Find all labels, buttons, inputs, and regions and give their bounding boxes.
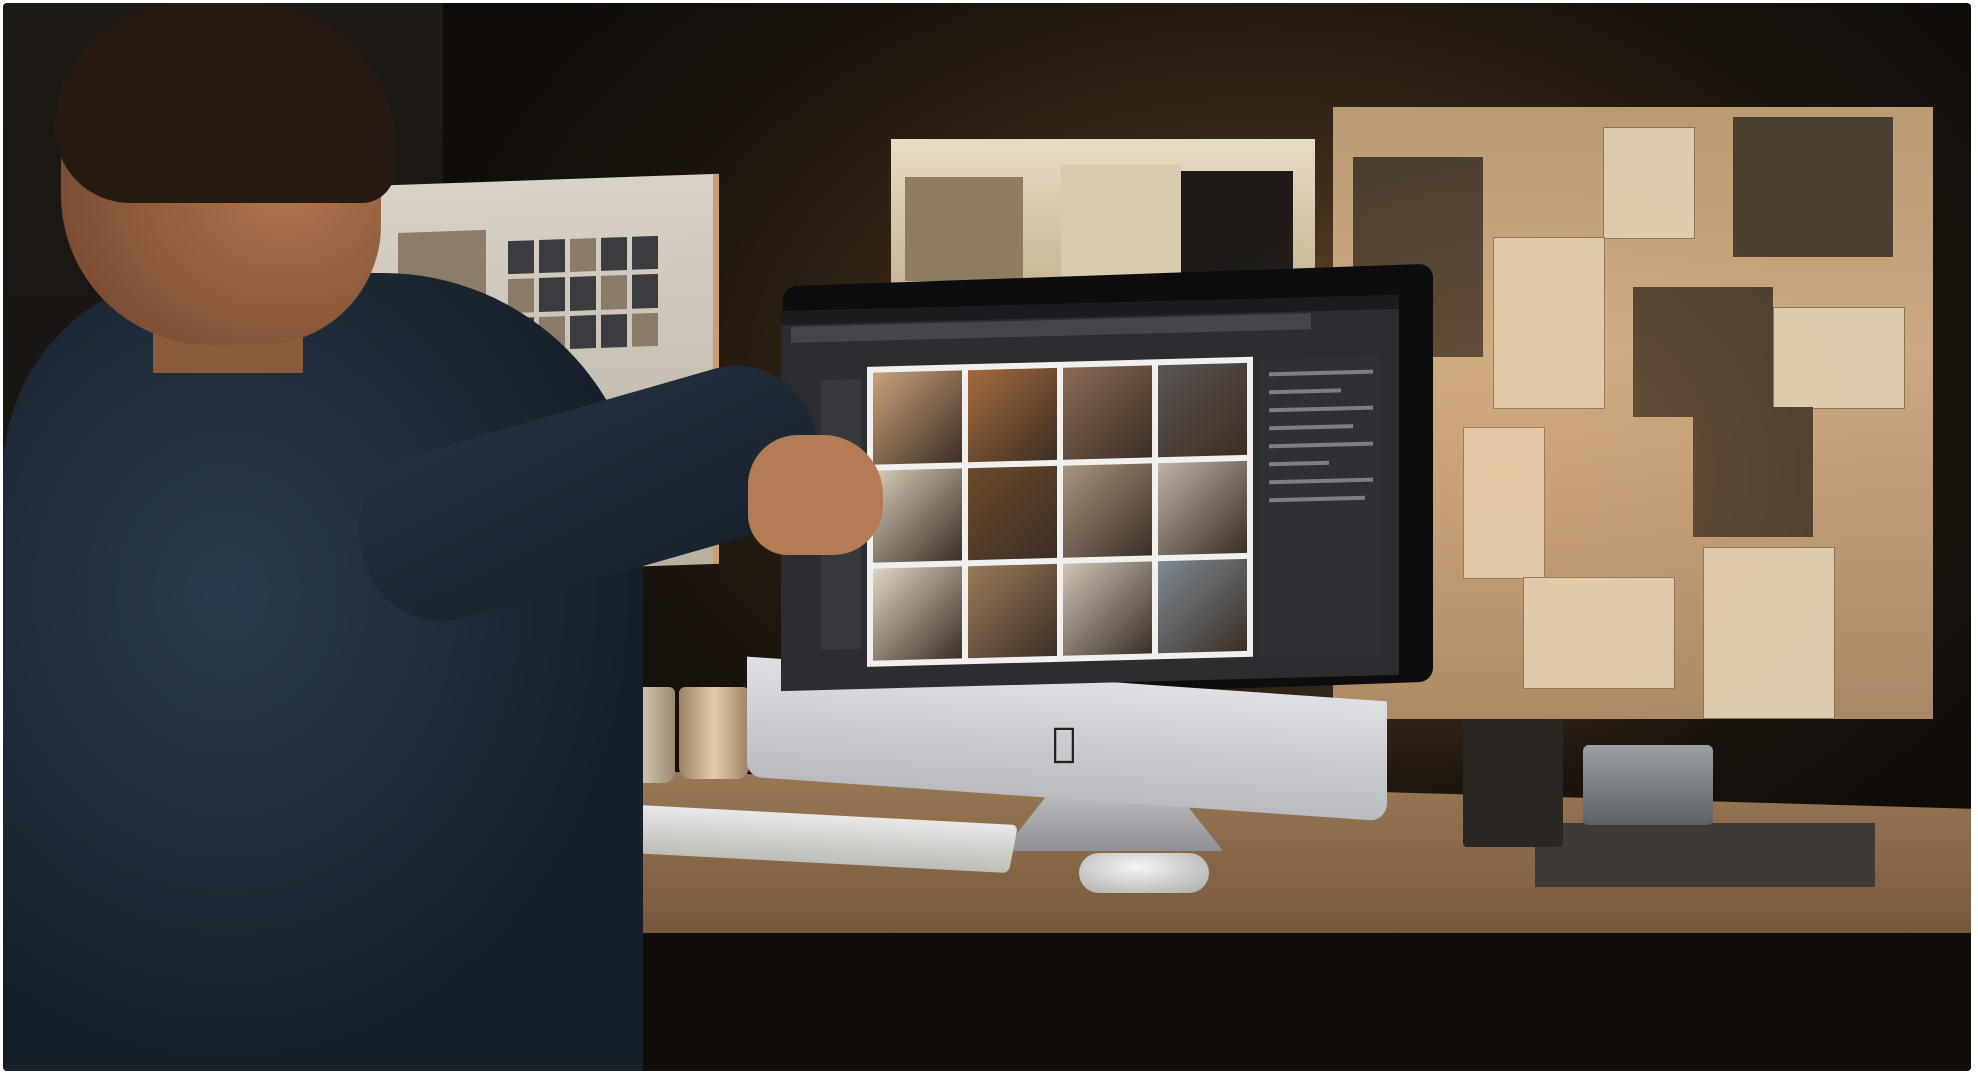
gallery-thumbnail	[1063, 463, 1152, 558]
photo-frame: 	[3, 3, 1971, 1071]
gallery-thumbnail	[873, 468, 962, 563]
pinned-texture-swatch	[905, 177, 1023, 281]
image-gallery	[867, 356, 1253, 667]
app-right-panel	[1261, 355, 1381, 659]
man-hand	[748, 435, 883, 555]
gallery-thumbnail	[873, 370, 962, 465]
pinned-sketch	[1061, 165, 1181, 281]
desk-tray	[1535, 823, 1875, 887]
gallery-thumbnail	[1063, 561, 1152, 656]
apple-logo-icon: 	[1052, 723, 1076, 763]
gallery-thumbnail	[968, 367, 1057, 463]
gallery-thumbnail	[1158, 362, 1247, 458]
gallery-thumbnail	[873, 566, 962, 661]
gallery-thumbnail	[968, 465, 1057, 561]
pinned-dark-card	[1181, 171, 1293, 283]
pen-holder	[1463, 719, 1563, 847]
ceramic-cup	[679, 687, 749, 779]
mouse	[1079, 853, 1209, 893]
pinboard-top	[891, 139, 1315, 287]
man-torso	[3, 273, 643, 1071]
gallery-thumbnail	[1158, 460, 1247, 556]
gallery-thumbnail	[1158, 558, 1247, 654]
small-device	[1583, 745, 1713, 825]
gallery-thumbnail	[968, 563, 1057, 659]
gallery-thumbnail	[1063, 365, 1152, 460]
